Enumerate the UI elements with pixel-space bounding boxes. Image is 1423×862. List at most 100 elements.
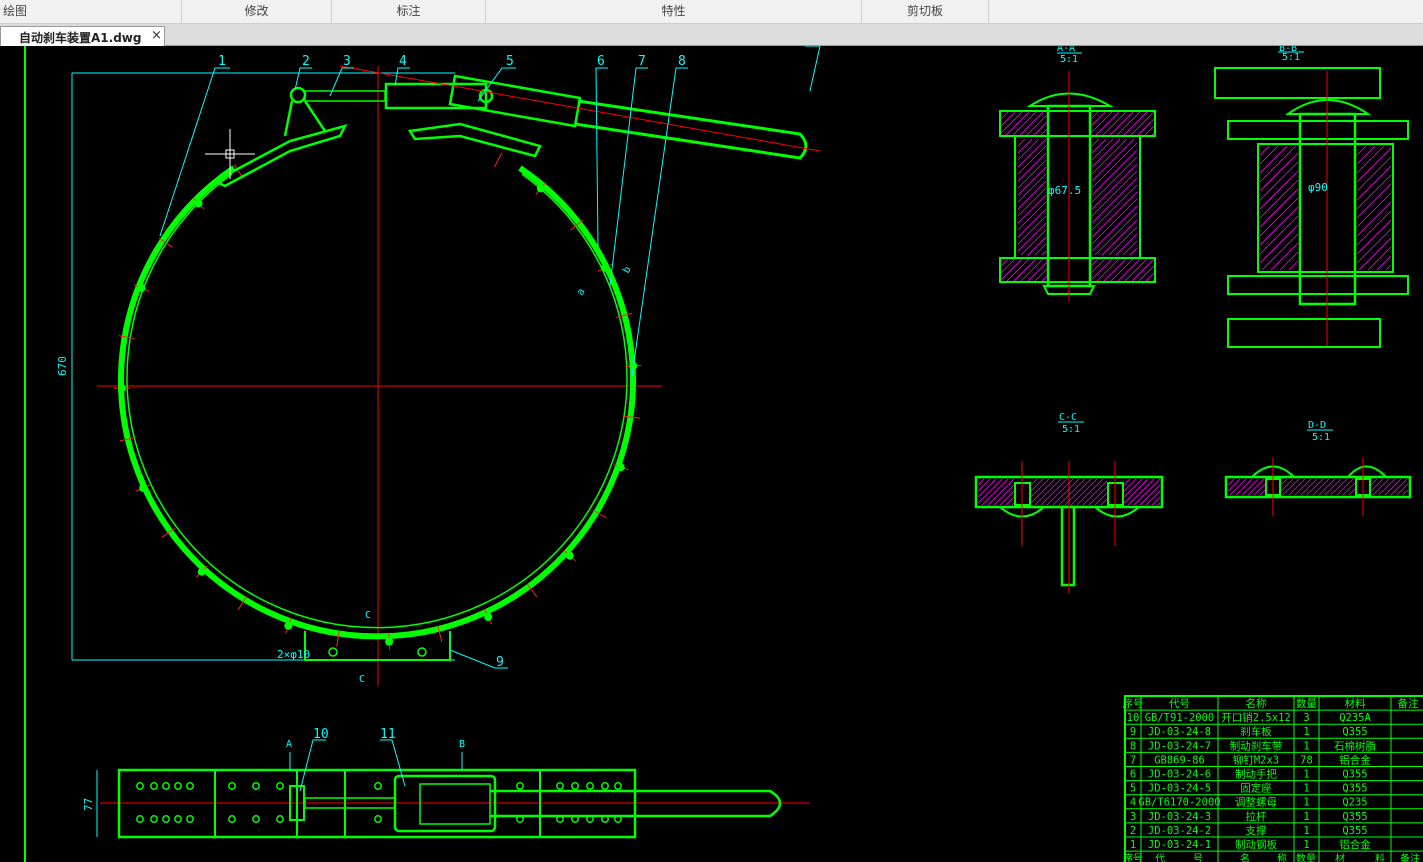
bom-row-cell: 制动手把: [1235, 768, 1277, 781]
plan-view: 77 A B 10 11: [82, 727, 810, 839]
bom-footer-cell: 备注: [1400, 852, 1420, 862]
bom-header-cell: 序号: [1123, 697, 1144, 710]
ribbon-group-annotate[interactable]: 标注: [332, 0, 486, 23]
bom-row-cell: JD-03-24-5: [1148, 783, 1211, 795]
bom-header-cell: 数量: [1296, 697, 1318, 710]
ribbon-group-modify[interactable]: 修改: [182, 0, 332, 23]
side-mark-a: a: [575, 287, 588, 298]
section-aa: A-A 5:1 φ67.5: [999, 46, 1156, 301]
bom-row-cell: Q235A: [1339, 712, 1371, 724]
balloon-5: 5: [506, 54, 514, 69]
side-mark-b: b: [621, 265, 634, 276]
bom-row-cell: JD-03-24-3: [1148, 811, 1211, 823]
bom-footer-cell: 数量: [1296, 852, 1316, 862]
bom-row-cell: 3: [1130, 811, 1136, 823]
bom-row-cell: 1: [1303, 783, 1309, 795]
bom-row-cell: 1: [1303, 839, 1309, 851]
section-cc: C-C 5:1: [974, 412, 1164, 594]
bom-row-cell: Q355: [1342, 769, 1367, 781]
bom-row-cell: 制动钢板: [1235, 838, 1277, 851]
ribbon-group-draw[interactable]: 绘图: [0, 0, 182, 23]
bom-row-cell: 调整螺母: [1235, 796, 1277, 809]
close-icon[interactable]: ×: [151, 28, 162, 43]
bom-header-cell: 备注: [1398, 697, 1420, 710]
bom-row-cell: 1: [1303, 740, 1309, 752]
bom-footer-cell: 序号: [1123, 852, 1143, 862]
bom-row-cell: 刹车板: [1240, 725, 1272, 738]
bom-row-cell: JD-03-24-7: [1148, 740, 1211, 752]
bom-header-cell: 材料: [1345, 697, 1367, 710]
bom-row-cell: JD-03-24-1: [1148, 839, 1211, 851]
bom-row-cell: 5: [1130, 783, 1136, 795]
bom-footer-cell: 名: [1240, 852, 1250, 862]
balloon-11: 11: [380, 727, 396, 742]
bom-row-cell: 9: [1130, 726, 1136, 738]
section-bb-diameter: φ90: [1308, 181, 1328, 194]
bom-row-cell: Q355: [1342, 811, 1367, 823]
bom-footer-cell: 称: [1277, 852, 1287, 862]
bom-row-cell: 铝合金: [1339, 753, 1371, 766]
bom-row-cell: 开口销2.5x12: [1221, 711, 1290, 724]
bom-row-cell: 1: [1130, 839, 1136, 851]
section-aa-scale: 5:1: [1060, 54, 1078, 65]
balloon-6: 6: [597, 54, 605, 69]
bom-row-cell: 4: [1130, 797, 1136, 809]
bom-row-cell: 支撑: [1246, 824, 1268, 837]
bom-row-cell: 8: [1130, 740, 1136, 752]
balloon-2: 2: [302, 54, 310, 69]
balloon-4: 4: [399, 54, 407, 69]
bom-row-cell: 1: [1303, 825, 1309, 837]
balloon-1: 1: [218, 54, 226, 69]
ribbon-group-clipboard[interactable]: 剪切板: [862, 0, 989, 23]
bom-row-cell: 7: [1130, 754, 1136, 766]
bom-row-cell: 3: [1303, 712, 1309, 724]
bom-footer-cell: 料: [1375, 852, 1385, 862]
bom-row-cell: GB/T6170-2000: [1138, 797, 1220, 809]
bom-row-cell: 拉杆: [1246, 810, 1268, 823]
section-dd-scale: 5:1: [1312, 432, 1330, 443]
section-b-mark: B: [459, 739, 465, 750]
crosshair-cursor-icon: [205, 129, 255, 179]
document-tab-title: 自动刹车装置A1.dwg: [19, 31, 142, 45]
bom-row-cell: 铝合金: [1339, 838, 1371, 851]
section-cc-title: C-C: [1059, 412, 1077, 423]
bom-footer-cell: 号: [1193, 853, 1203, 862]
bom-row-cell: 1: [1303, 797, 1309, 809]
bom-row-cell: 1: [1303, 726, 1309, 738]
bom-row-cell: 固定座: [1240, 782, 1272, 795]
section-mark-c: C: [359, 674, 365, 685]
bom-row-cell: JD-03-24-2: [1148, 825, 1211, 837]
document-tab[interactable]: 自动刹车装置A1.dwg ×: [0, 26, 165, 46]
bom-row-cell: 2: [1130, 825, 1136, 837]
svg-text:C: C: [365, 610, 371, 621]
bom-row-cell: Q355: [1342, 825, 1367, 837]
bom-row-cell: 6: [1130, 769, 1136, 781]
section-a-mark: A: [286, 739, 292, 750]
bom-row-cell: GB869-86: [1154, 754, 1205, 766]
balloon-9: 9: [496, 655, 504, 670]
balloon-10: 10: [313, 727, 329, 742]
section-bb-scale: 5:1: [1282, 52, 1300, 63]
bom-table: 序号 代号 名称 数量 材料 备注10 GB/T91-2000 开口销2.5x12 3 Q235A…: [1123, 695, 1423, 862]
section-dd-title: D-D: [1308, 420, 1326, 431]
bom-row-cell: 铆钉M2x3: [1233, 753, 1279, 766]
bom-row-cell: Q355: [1342, 726, 1367, 738]
brake-handle: [574, 99, 808, 160]
document-tab-bar: 自动刹车装置A1.dwg ×: [0, 24, 1423, 46]
bom-row-cell: JD-03-24-8: [1148, 726, 1211, 738]
bom-row-cell: GB/T91-2000: [1145, 712, 1215, 724]
bom-footer-cell: 代: [1155, 853, 1165, 862]
ribbon-group-properties[interactable]: 特性: [486, 0, 862, 23]
drawing-canvas[interactable]: 670 2×φ10 C C a b 1 2 3 4 5 6 7 8 9 77 A…: [0, 46, 1423, 862]
bom-row-cell: 1: [1303, 811, 1309, 823]
balloon-7: 7: [638, 54, 646, 69]
balloon-3: 3: [343, 54, 351, 69]
brake-band: [118, 165, 636, 640]
bom-header-cell: 名称: [1246, 697, 1268, 710]
dim-height: 670: [56, 356, 69, 376]
main-view: 670 2×φ10 C C a b 1 2 3 4 5 6 7 8 9: [56, 46, 821, 686]
dim-width: 77: [82, 798, 95, 811]
section-cc-scale: 5:1: [1062, 424, 1080, 435]
bom-row-cell: Q355: [1342, 783, 1367, 795]
ribbon-bar: 绘图 修改 标注 特性 剪切板: [0, 0, 1423, 24]
